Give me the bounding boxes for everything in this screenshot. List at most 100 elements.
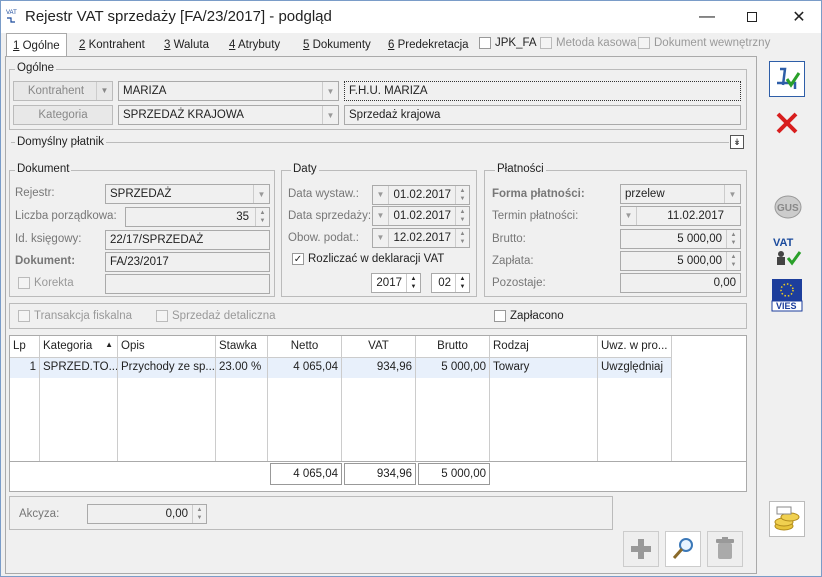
column-header-opis[interactable]: Opis (118, 336, 216, 358)
column-header-brutto[interactable]: Brutto (416, 336, 490, 358)
sprzedaz-detaliczna-checkbox[interactable] (156, 310, 168, 322)
data-wystawienia-field[interactable]: ▼ 01.02.2017 ▲ ▼ (372, 185, 470, 205)
rok-field[interactable]: 2017 ▲ ▼ (371, 273, 421, 293)
vat-verify-button[interactable]: VAT (769, 233, 805, 269)
add-button[interactable] (623, 531, 659, 567)
close-button[interactable]: ✕ (776, 1, 822, 33)
preview-button[interactable] (665, 531, 701, 567)
svg-text:VAT: VAT (773, 237, 794, 249)
jpk-fa-checkbox[interactable] (479, 37, 491, 49)
dokument-wewnetrzny-checkbox[interactable] (638, 37, 650, 49)
akcyza-field[interactable]: 0,00 ▲ ▼ (87, 504, 207, 524)
save-button[interactable] (769, 61, 805, 97)
tab-waluta[interactable]: 3 Waluta (164, 35, 209, 57)
kategoria-code-field[interactable]: SPRZEDAŻ KRAJOWA ▼ (118, 105, 339, 125)
cell-stawka: 23.00 % (216, 358, 268, 378)
dokument-number-field[interactable]: FA/23/2017 (105, 252, 270, 272)
tab-predekretacja[interactable]: 6 Predekretacja (388, 35, 469, 57)
delete-button[interactable] (707, 531, 743, 567)
rejestr-label: Rejestr: (15, 187, 55, 199)
korekta-checkbox[interactable] (18, 277, 30, 289)
total-vat: 934,96 (344, 463, 416, 485)
total-netto: 4 065,04 (270, 463, 342, 485)
minimize-button[interactable]: — (684, 1, 730, 33)
termin-platnosci-field[interactable]: ▼ 11.02.2017 (620, 206, 741, 226)
forma-platnosci-dropdown-icon[interactable]: ▼ (724, 185, 740, 203)
kontrahent-name-field[interactable]: F.H.U. MARIZA (344, 81, 741, 101)
rozliczac-checkbox[interactable]: ✓ (292, 253, 304, 265)
cancel-button[interactable] (769, 105, 805, 141)
korekta-field[interactable] (105, 274, 270, 294)
kontrahent-button[interactable]: Kontrahent ▼ (13, 81, 113, 101)
kategoria-button[interactable]: Kategoria (13, 105, 113, 125)
miesiac-field[interactable]: 02 ▲ ▼ (431, 273, 470, 293)
cell-netto: 4 065,04 (268, 358, 342, 378)
rok-spinner[interactable]: ▲ ▼ (406, 274, 420, 292)
zaplata-field[interactable]: 5 000,00 ▲ ▼ (620, 251, 741, 271)
metoda-kasowa-label: Metoda kasowa (556, 37, 637, 49)
gus-button[interactable]: GUS (769, 189, 805, 225)
obow-podat-field[interactable]: ▼ 12.02.2017 ▲ ▼ (372, 228, 470, 248)
data-wystawienia-label: Data wystaw.: (288, 188, 359, 200)
obow-podat-spinner[interactable]: ▲ ▼ (455, 229, 469, 247)
cell-uwzglednij: Uwzględniaj (598, 358, 672, 378)
cell-brutto: 5 000,00 (416, 358, 490, 378)
column-header-rodzaj[interactable]: Rodzaj (490, 336, 598, 358)
kategoria-desc-field[interactable]: Sprzedaż krajowa (344, 105, 741, 125)
id-ksiegowy-field[interactable]: 22/17/SPRZEDAŻ (105, 230, 270, 250)
payments-button[interactable] (769, 501, 805, 537)
cell-kategoria: SPRZED.TO... (40, 358, 118, 378)
sort-ascending-icon: ▲ (105, 340, 113, 349)
trash-icon (716, 537, 734, 559)
column-header-uwzglednij[interactable]: Uwz. w pro... (598, 336, 672, 358)
data-wystawienia-spinner[interactable]: ▲ ▼ (455, 186, 469, 204)
cell-rodzaj: Towary (490, 358, 598, 378)
column-header-kategoria[interactable]: Kategoria ▲ (40, 336, 118, 358)
zaplacono-checkbox[interactable] (494, 310, 506, 322)
zaplata-label: Zapłata: (492, 255, 534, 267)
miesiac-spinner[interactable]: ▲ ▼ (455, 274, 469, 292)
data-sprzedazy-spinner[interactable]: ▲ ▼ (455, 207, 469, 225)
kontrahent-code-field[interactable]: MARIZA ▼ (118, 81, 339, 101)
transakcja-fiskalna-checkbox[interactable] (18, 310, 30, 322)
brutto-field[interactable]: 5 000,00 ▲ ▼ (620, 229, 741, 249)
forma-platnosci-field[interactable]: przelew ▼ (620, 184, 741, 204)
tab-ogolne[interactable]: 1 Ogólne (6, 33, 67, 57)
brutto-spinner[interactable]: ▲ ▼ (726, 230, 740, 248)
rejestr-field[interactable]: SPRZEDAŻ ▼ (105, 184, 270, 204)
transakcja-fiskalna-label: Transakcja fiskalna (34, 310, 133, 322)
metoda-kasowa-checkbox[interactable] (540, 37, 552, 49)
data-sprzedazy-field[interactable]: ▼ 01.02.2017 ▲ ▼ (372, 206, 470, 226)
rejestr-dropdown-icon[interactable]: ▼ (253, 185, 269, 203)
kontrahent-dropdown-icon[interactable]: ▼ (322, 82, 338, 100)
column-header-stawka[interactable]: Stawka (216, 336, 268, 358)
column-header-vat[interactable]: VAT (342, 336, 416, 358)
lp-field[interactable]: 35 ▲ ▼ (125, 207, 270, 227)
vat-table: Lp Kategoria ▲ Opis Stawka Netto VAT Brut… (9, 335, 747, 492)
vies-icon: VIES (771, 279, 803, 312)
maximize-button[interactable] (729, 1, 775, 33)
obow-podat-label: Obow. podat.: (288, 232, 359, 244)
tab-dokumenty[interactable]: 5 Dokumenty (303, 35, 371, 57)
platnosci-group-label: Płatności (495, 163, 546, 175)
akcyza-spinner[interactable]: ▲ ▼ (192, 505, 206, 523)
vies-button[interactable]: VIES (769, 277, 805, 313)
tab-kontrahent[interactable]: 2 Kontrahent (79, 35, 145, 57)
dokument-group-label: Dokument (15, 163, 72, 175)
korekta-label: Korekta (34, 277, 74, 289)
tab-atrybuty[interactable]: 4 Atrybuty (229, 35, 280, 57)
ogolne-group-label: Ogólne (15, 62, 57, 74)
app-icon: VAT (5, 7, 21, 23)
platnik-expand-button[interactable]: ↡ (730, 135, 744, 149)
zaplacono-label: Zapłacono (510, 310, 564, 322)
svg-text:GUS: GUS (777, 203, 799, 214)
lp-spinner[interactable]: ▲ ▼ (255, 208, 269, 226)
pozostaje-field[interactable]: 0,00 (620, 273, 741, 293)
kategoria-dropdown-icon[interactable]: ▼ (322, 106, 338, 124)
cell-vat: 934,96 (342, 358, 416, 378)
rozliczac-label: Rozliczać w deklaracji VAT (308, 253, 445, 265)
column-header-lp[interactable]: Lp (10, 336, 40, 358)
column-header-netto[interactable]: Netto (268, 336, 342, 358)
zaplata-spinner[interactable]: ▲ ▼ (726, 252, 740, 270)
vat-verify-icon: VAT (773, 237, 802, 266)
